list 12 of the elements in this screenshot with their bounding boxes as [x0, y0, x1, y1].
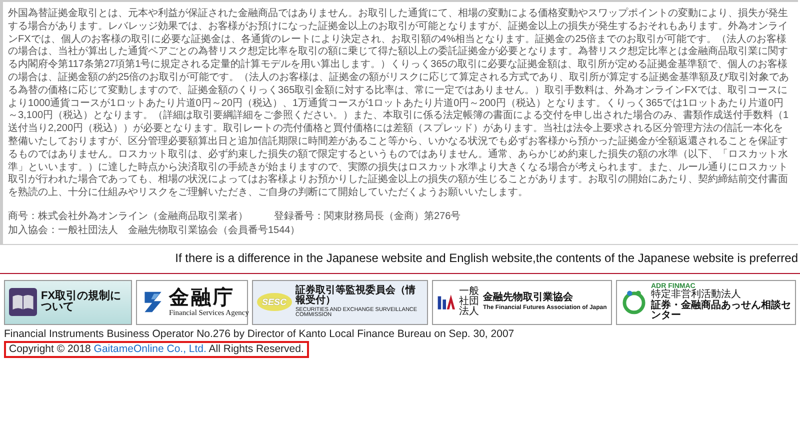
operator-text: Financial Instruments Business Operator No.276 by Director of Kanto Local Finance Bureau on Sep. 30, 2007 — [4, 328, 516, 341]
copyright-text: Copyright © 2018 GaitameOnline Co., Ltd. All Rights Reserved. — [4, 340, 309, 358]
company-link[interactable]: GaitameOnline Co., Ltd. — [94, 342, 206, 355]
registration-number-text: 登録番号：関東財務局長（金商）第276号 — [274, 210, 461, 222]
risk-disclaimer-text: 外国為替証拠金取引とは、元本や利益が保証された金融商品ではありません。お取引した通貨にて、相場の変動による価格変動やスワップポイントの変動により、損失が発生する場合があります。レバレッジ効果では、お客様がお預けになった証拠金以上のお取引が可能となりますが、証拠金以上の損失が発生するおそれもあります。外為オンラインFXでは、個人のお客様の取引に必要な証拠金は、各通貨のレートにより決定され、お取引額の4%相当となります。証拠金の25倍までのお取引が可能です。（法人のお客様の場合は、当社が算出した通貨ペアごとの為替リスク想定比率を取引の額に乗じて得た額以上の委託証拠金が必要となります。為替リスク想定比率とは金融商品取引業に関する内閣府令第117条第27項第1号に規定される定量的計算モデルを用い算出します。）くりっく365の取引に必要な証拠金額は、取引所が定める証拠金基準額で、個人のお客様の場合は、証拠金額の約25倍のお取引が可能です。（法人のお客様は、証拠金の額がリスクに応じて算定される方式であり、取引所が算定する証拠金基準額及び取引対象である為替の価格に応じて変動しますので、証拠金額のくりっく365取引金額に対する比率は、常に一定ではありません。）取引手数料は、外為オンラインFXでは、取引コースにより1000通貨コースが1ロットあたり片道0円～20円（税込）、1万通貨コースが1ロットあたり片道0円～200円（税込）となります。くりっく365では1ロットあたり片道0円～3,100円（税込）となります。（詳細は取引要綱詳細をご参照ください。）また、本取引に係る法定帳簿の書面による交付を申し出された場合のみ、書類作成送付手数料（1送付当り2,200円（税込））が必要となります。取引レートの売付価格と買付価格には差額（スプレッド）があります。当社は法令上要求される区分管理方法の信託一本化を整備いたしておりますが、区分管理必要額算出日と追加信託期限に時間差があること等から、いかなる状況でも必ずお客様から預かった証拠金が全額返還されることを保証するものではありません。ロスカット取引は、必ず約束した損失の額で限定するというものではありません。通常、あらかじめ約束した損失の額の水準（以下、「ロスカット水準」といいます。）に達した時点から決済取引の手続きが始まりますので、実際の損失はロスカット水準より大きくなる場合が考えられます。また、ルール通りにロスカット取引が行われた場合であっても、相場の状況によってはお客様よりお預かりした証拠金以上の損失の額が生じることがあります。お取引の開始にあたり、契約締結前交付書面を熟読の上、十分に仕組みやリスクをご理解いただき、ご自身の判断にて開始していただくようお願いいたします。 — [8, 8, 790, 200]
banner-link[interactable]: FX取引の規制について — [4, 280, 132, 325]
association-text: 加入協会：一般社団法人 金融先物取引業協会（会員番号1544） — [8, 224, 300, 236]
emblem-icon — [437, 293, 455, 312]
language-note-text: If there is a difference in the Japanese website and English website,the contents of the Japanese website is preferred — [175, 250, 798, 265]
people-circle-icon — [621, 289, 647, 316]
company-name-text: 商号：株式会社外為オンライン（金融商品取引業者） — [8, 210, 248, 222]
book-icon — [9, 288, 37, 316]
